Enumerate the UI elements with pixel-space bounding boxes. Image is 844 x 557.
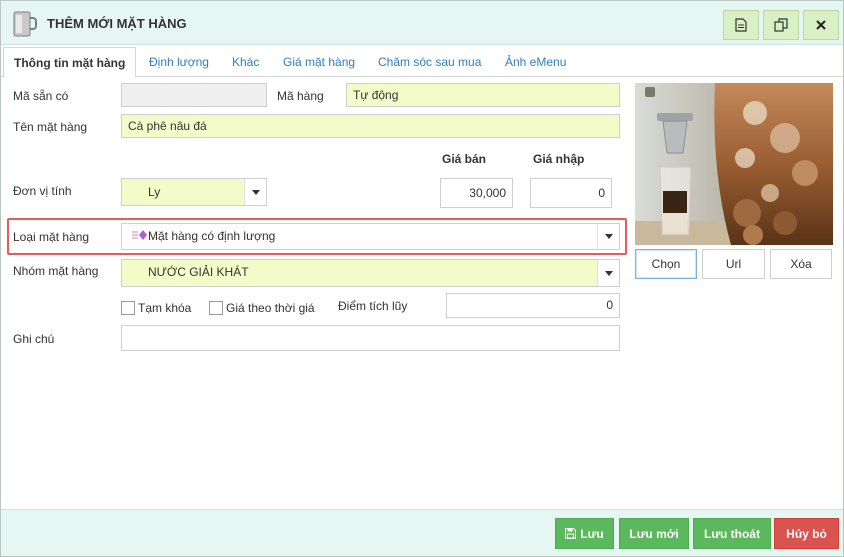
save-button[interactable]: Lưu [555,518,614,549]
points-label: Điểm tích lũy [338,299,408,313]
tab-item-info[interactable]: Thông tin mặt hàng [3,47,137,78]
time-price-checkbox[interactable] [209,301,223,315]
product-photo [635,83,833,245]
unit-label: Đơn vị tính [13,184,72,198]
purchase-price-label: Giá nhập [533,152,585,166]
item-name-label: Tên mặt hàng [13,120,88,134]
suspend-label: Tạm khóa [138,301,192,315]
chevron-down-icon[interactable] [597,260,619,286]
copy-icon [774,18,788,32]
save-new-button[interactable]: Lưu mới [619,518,689,549]
coffee-photo-image [635,83,833,245]
delete-image-button[interactable]: Xóa [770,249,832,279]
cancel-button[interactable]: Hủy bỏ [774,518,839,549]
points-input[interactable]: 0 [446,293,620,318]
tab-quantity[interactable]: Định lượng [149,47,209,77]
item-type-value: Mặt hàng có định lượng [148,229,276,243]
purchase-price-input[interactable]: 0 [530,178,612,208]
sale-price-input[interactable]: 30,000 [440,178,513,208]
item-group-select[interactable]: NƯỚC GIẢI KHÁT [121,259,620,287]
choose-image-button[interactable]: Chọn [635,249,697,279]
tab-other[interactable]: Khác [232,47,259,77]
item-code-label: Mã hàng [277,89,324,103]
tab-after-sale-care[interactable]: Chăm sóc sau mua [378,47,481,77]
sale-price-label: Giá bán [442,152,487,166]
item-group-value: NƯỚC GIẢI KHÁT [148,265,249,279]
save-exit-button[interactable]: Lưu thoát [693,518,771,549]
save-icon [565,528,577,539]
close-icon [816,20,826,30]
unit-value: Ly [148,185,161,199]
existing-code-label: Mã sẵn có [13,89,69,103]
window-title: THÊM MỚI MẶT HÀNG [47,16,187,31]
app-cup-icon [13,11,37,37]
title-bar: THÊM MỚI MẶT HÀNG [1,1,843,45]
tab-prices[interactable]: Giá mặt hàng [283,47,355,77]
item-name-input[interactable]: Cà phê nâu đá [121,114,620,138]
existing-code-input[interactable] [121,83,267,107]
tab-emenu-image[interactable]: Ảnh eMenu [505,47,566,77]
image-url-button[interactable]: Url [702,249,765,279]
item-type-label: Loại mặt hàng [13,230,90,244]
add-item-dialog: THÊM MỚI MẶT HÀNG Thông tin mặt hàng Địn… [0,0,844,557]
save-label: Lưu [580,526,604,541]
footer-bar: Lưu Lưu mới Lưu thoát Hủy bỏ [1,509,843,556]
copy-button[interactable] [763,10,799,40]
doc-icon [735,18,747,32]
item-group-label: Nhóm mặt hàng [13,264,99,278]
unit-select[interactable]: Ly [121,178,267,206]
chevron-down-icon[interactable] [244,179,266,205]
note-label: Ghi chú [13,332,55,346]
item-type-icon [132,230,147,240]
chevron-down-icon[interactable] [597,224,619,249]
document-button[interactable] [723,10,759,40]
close-button[interactable] [803,10,839,40]
item-type-select[interactable]: Mặt hàng có định lượng [121,223,620,250]
suspend-checkbox[interactable] [121,301,135,315]
item-code-input[interactable]: Tự động [346,83,620,107]
note-input[interactable] [121,325,620,351]
time-price-label: Giá theo thời giá [226,301,315,315]
tab-bar: Thông tin mặt hàng Định lượng Khác Giá m… [1,47,843,78]
